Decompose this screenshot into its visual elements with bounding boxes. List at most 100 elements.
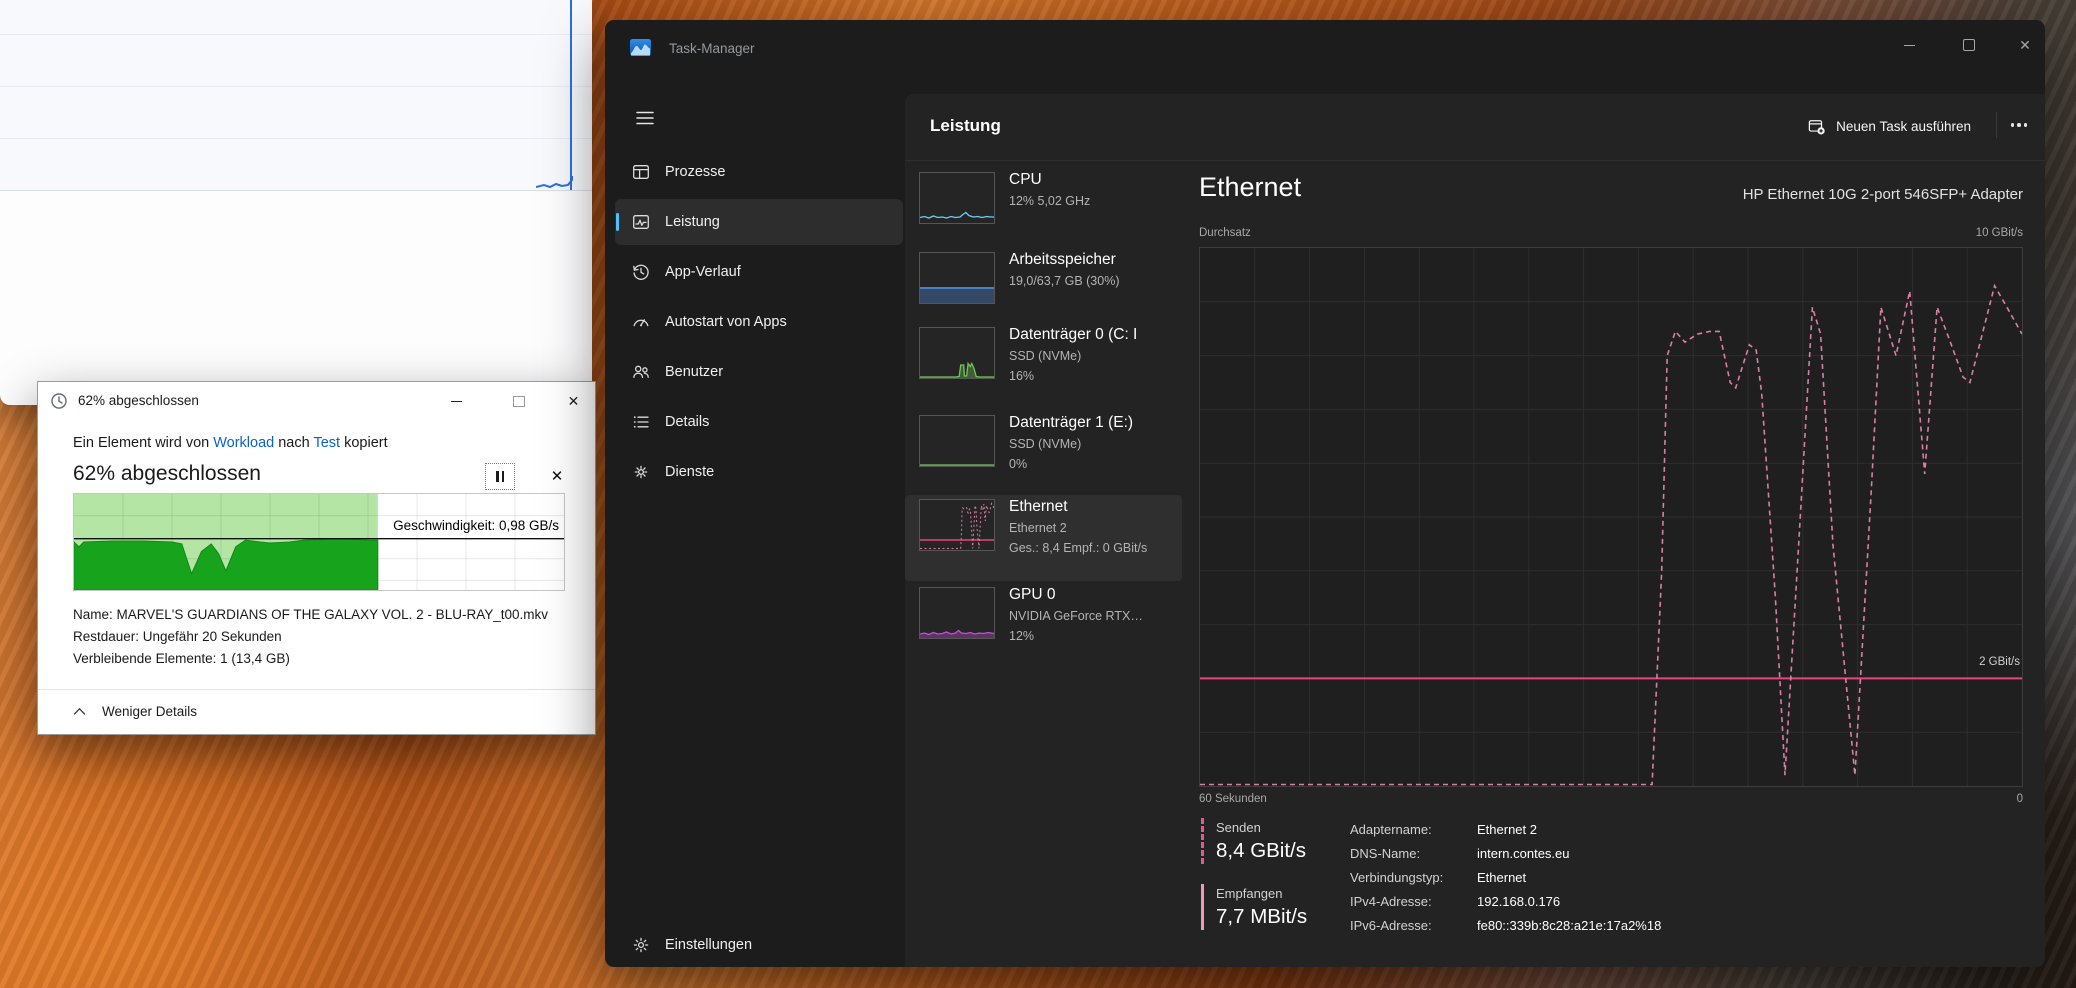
progress-heading: 62% abgeschlossen [73,462,261,485]
maximize-icon [1963,39,1975,51]
processes-icon [631,162,651,182]
header-divider [905,160,2045,161]
run-new-task-button[interactable]: Neuen Task ausführen [1795,107,1983,145]
perf-item-title: Ethernet [1009,498,1068,515]
copy-speed-chart-svg [73,494,564,591]
performance-panel: Leistung Neuen Task ausführen CPU 12% 5,… [905,94,2045,967]
prop-label: IPv4-Adresse: [1350,894,1432,909]
axis-label-max: 10 GBit/s [1975,227,2023,239]
dialog-minimize-button[interactable] [434,382,479,420]
details-list-icon [631,412,651,432]
ethernet-chart-svg [1200,248,2023,786]
services-icon [631,462,651,482]
copy-progress-dialog: 62% abgeschlossen ✕ Ein Element wird von… [37,381,596,735]
gridline [0,34,592,35]
prop-label: Verbindungstyp: [1350,870,1444,885]
pause-icon [496,471,499,482]
sidebar-item-autostart[interactable]: Autostart von Apps [615,299,903,345]
cancel-copy-button[interactable]: ✕ [544,463,570,488]
sidebar-item-label: Dienste [665,464,715,480]
ellipsis-icon [2010,123,2015,127]
startup-gauge-icon [631,312,651,332]
pause-button[interactable] [485,463,515,490]
speed-label: Geschwindigkeit: 0,98 GB/s [393,518,559,533]
less-details-toggle[interactable]: Weniger Details [73,704,197,719]
page-title: Leistung [930,116,1001,135]
sidebar-item-details[interactable]: Details [615,399,903,445]
tm-maximize-button[interactable] [1947,28,1991,62]
prop-value: fe80::339b:8c28:a21e:17a2%18 [1477,918,1662,933]
users-icon [631,362,651,382]
task-manager-window: Task-Manager ✕ Prozesse Leistung App-Ver… [605,20,2045,967]
detail-title: Ethernet [1199,172,1302,202]
prop-value: Ethernet [1477,870,1527,885]
background-window[interactable] [0,0,592,405]
background-graph [0,0,592,191]
copy-message: Ein Element wird von Workload nach Test … [73,435,388,451]
perf-item-sub2: 16% [1009,369,1035,383]
copy-message-prefix: Ein Element wird von [73,435,214,451]
maximize-icon [512,395,525,407]
sidebar-item-prozesse[interactable]: Prozesse [615,149,903,195]
sidebar-item-label: Benutzer [665,364,724,380]
prop-label: DNS-Name: [1350,846,1421,861]
more-options-button[interactable] [2003,114,2035,136]
tm-close-button[interactable]: ✕ [2003,28,2045,62]
copy-details: Name: MARVEL'S GUARDIANS OF THE GALAXY V… [73,604,548,670]
less-details-label: Weniger Details [102,704,198,719]
gpu-mini-chart [919,587,995,639]
dialog-maximize-button[interactable] [496,382,541,420]
axis-label-seconds: 60 Sekunden [1199,793,1267,805]
desktop: 62% abgeschlossen ✕ Ein Element wird von… [0,0,2076,988]
perf-item-sub: Ethernet 2 [1009,521,1067,535]
sidebar-item-benutzer[interactable]: Benutzer [615,349,903,395]
memory-mini-chart [919,252,995,304]
sidebar-item-label: Autostart von Apps [665,314,787,330]
gridline [0,86,592,87]
perf-item-title: CPU [1009,171,1042,188]
sidebar-item-label: Prozesse [665,164,726,180]
dialog-close-button[interactable]: ✕ [551,382,596,420]
dialog-title: 62% abgeschlossen [78,393,199,408]
sidebar-item-label: App-Verlauf [665,264,741,280]
gridline [0,138,592,139]
task-manager-app-icon [630,39,651,56]
time-remaining-line: Restdauer: Ungefähr 20 Sekunden [73,629,282,644]
sidebar-item-label: Details [665,414,710,430]
sidebar-item-einstellungen[interactable]: Einstellungen [615,922,903,967]
sidebar-item-leistung[interactable]: Leistung [615,199,903,245]
copy-speed-chart: Geschwindigkeit: 0,98 GB/s [73,493,565,591]
settings-label: Einstellungen [665,937,753,953]
adapter-name: HP Ethernet 10G 2-port 546SFP+ Adapter [1742,186,2023,203]
reference-line-label: 2 GBit/s [1979,656,2020,668]
source-folder-link[interactable]: Workload [213,435,274,451]
axis-label-zero: 0 [2016,793,2023,805]
perf-item-sub2: Ges.: 8,4 Empf.: 0 GBit/s [1009,541,1148,555]
background-graph-line [570,0,572,190]
prop-label: Adaptername: [1350,822,1432,837]
history-icon [631,262,651,282]
clock-icon [51,393,67,409]
perf-item-sub: SSD (NVMe) [1009,437,1082,451]
perf-item-sub2: 0% [1009,457,1028,471]
navigation-menu-button[interactable] [625,100,665,136]
sidebar-item-app-verlauf[interactable]: App-Verlauf [615,249,903,295]
tm-minimize-button[interactable] [1887,28,1931,62]
dialog-divider [38,689,595,690]
perf-item-sub: 19,0/63,7 GB (30%) [1009,274,1120,288]
close-icon: ✕ [2019,37,2031,53]
destination-folder-link[interactable]: Test [313,435,340,451]
run-new-task-label: Neuen Task ausführen [1836,118,1971,134]
settings-gear-icon [631,935,651,955]
prop-value: 192.168.0.176 [1477,894,1561,909]
close-icon: ✕ [567,393,580,409]
dialog-titlebar[interactable]: 62% abgeschlossen ✕ [38,382,595,420]
cancel-icon: ✕ [550,467,564,485]
sidebar-item-dienste[interactable]: Dienste [615,449,903,495]
perf-item-sub: NVIDIA GeForce RTX… [1009,609,1143,623]
perf-item-sub: 12% 5,02 GHz [1009,194,1091,208]
chevron-up-icon [73,708,86,715]
minimize-icon [451,400,462,402]
perf-item-sub2: 12% [1009,629,1035,643]
copy-message-conn: nach [274,435,314,451]
